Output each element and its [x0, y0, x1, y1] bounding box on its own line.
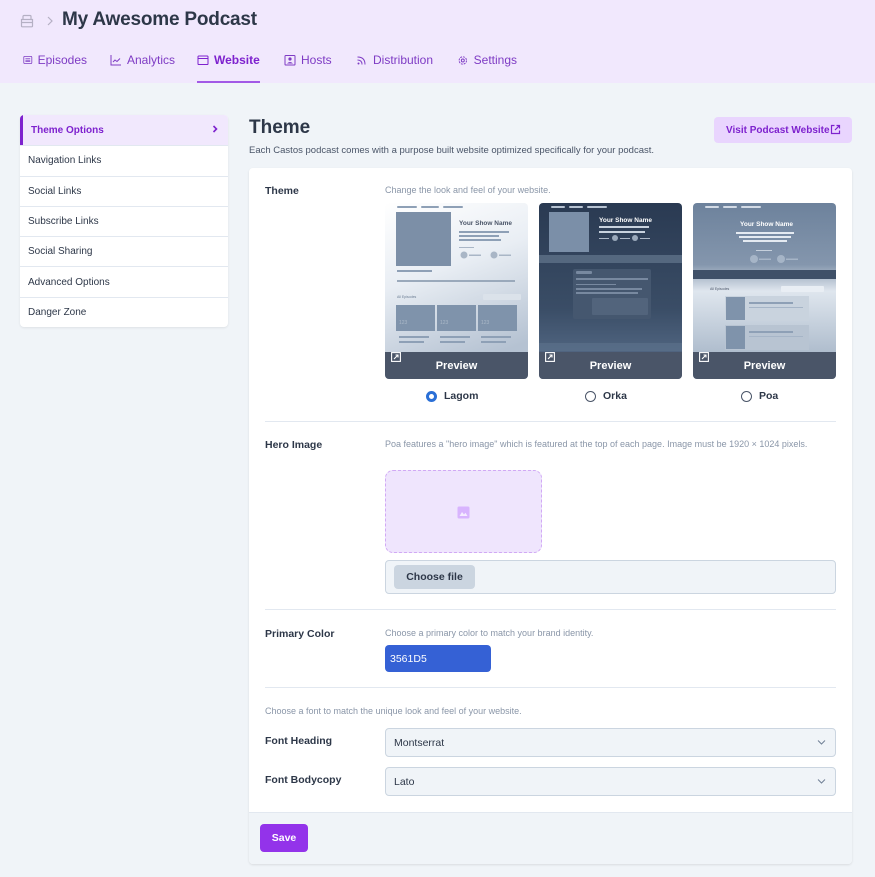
sidebar-item-social-sharing[interactable]: Social Sharing [20, 236, 228, 266]
tab-analytics-label: Analytics [127, 53, 176, 67]
tab-hosts-label: Hosts [301, 53, 332, 67]
font-help: Choose a font to match the unique look a… [265, 706, 522, 716]
tab-website-label: Website [214, 53, 260, 67]
preview-label: Preview [589, 359, 632, 372]
sidebar-item-label: Advanced Options [28, 276, 110, 288]
theme-thumbnail-lagom[interactable]: Your Show Name All Episodes 123 123 123 … [385, 203, 528, 379]
theme-option-label: Poa [759, 390, 779, 402]
image-icon [457, 506, 470, 519]
sidebar-item-danger-zone[interactable]: Danger Zone [20, 296, 228, 327]
font-heading-label: Font Heading [265, 735, 333, 747]
breadcrumb [20, 10, 56, 32]
hero-image-dropzone[interactable] [385, 470, 542, 553]
home-icon[interactable] [20, 14, 34, 28]
podcast-title: My Awesome Podcast [62, 9, 257, 30]
divider [265, 609, 836, 610]
preview-label: Preview [435, 359, 478, 372]
sidebar-item-label: Social Links [28, 185, 82, 197]
gear-icon [458, 56, 467, 65]
theme-settings-card: Theme Change the look and feel of your w… [249, 168, 852, 864]
sidebar-item-label: Social Sharing [28, 246, 93, 258]
thumb-episode-number: 123 [440, 320, 449, 326]
chevron-down-icon [817, 779, 826, 784]
external-link-icon [391, 352, 401, 362]
save-button[interactable]: Save [260, 824, 308, 852]
external-link-icon [699, 352, 709, 362]
sidebar-item-theme-options[interactable]: Theme Options [20, 115, 228, 146]
thumb-show-name: Your Show Name [459, 220, 512, 227]
preview-label: Preview [743, 359, 786, 372]
theme-option-label: Orka [603, 390, 627, 402]
radio-unchecked[interactable] [741, 390, 752, 402]
divider [265, 687, 836, 688]
tab-distribution-label: Distribution [373, 53, 434, 67]
theme-thumbnail-poa[interactable]: Your Show Name All Episodes Preview [693, 203, 836, 379]
divider [265, 421, 836, 422]
sidebar-item-subscribe-links[interactable]: Subscribe Links [20, 205, 228, 236]
primary-color-help: Choose a primary color to match your bra… [385, 628, 594, 638]
hero-image-label: Hero Image [265, 439, 323, 451]
browser-window-icon [197, 55, 209, 65]
font-bodycopy-value: Lato [394, 775, 415, 788]
thumb-show-name: Your Show Name [599, 217, 652, 224]
sidebar-item-advanced-options[interactable]: Advanced Options [20, 266, 228, 296]
tab-analytics[interactable]: Analytics [110, 50, 178, 83]
chevron-right-icon [212, 125, 218, 133]
theme-radio-lagom[interactable]: Lagom [426, 390, 478, 402]
external-link-icon [830, 124, 841, 135]
theme-label: Theme [265, 185, 299, 197]
font-heading-value: Montserrat [394, 736, 445, 749]
sidebar-item-navigation-links[interactable]: Navigation Links [20, 145, 228, 175]
primary-color-input[interactable]: 3561D5 [385, 645, 491, 672]
tab-website[interactable]: Website [197, 50, 260, 83]
sidebar-item-label: Danger Zone [28, 306, 87, 318]
settings-sidebar: Theme Options Navigation Links Social Li… [20, 115, 228, 328]
primary-color-label: Primary Color [265, 628, 335, 640]
tab-distribution[interactable]: Distribution [356, 50, 434, 83]
rss-icon [357, 56, 366, 65]
thumb-all-episodes: All Episodes [710, 287, 730, 291]
thumb-show-name: Your Show Name [740, 221, 793, 228]
app-header: My Awesome Podcast Episodes Analytics We… [0, 0, 875, 83]
tab-episodes[interactable]: Episodes [23, 50, 87, 83]
visit-podcast-website-button[interactable]: Visit Podcast Website [714, 117, 852, 143]
choose-file-button[interactable]: Choose file [394, 565, 475, 589]
tab-episodes-label: Episodes [37, 53, 87, 67]
page-subtitle: Each Castos podcast comes with a purpose… [249, 145, 655, 156]
theme-help: Change the look and feel of your website… [385, 185, 551, 195]
tab-settings[interactable]: Settings [457, 50, 517, 83]
sidebar-item-label: Subscribe Links [28, 216, 99, 228]
theme-radio-poa[interactable]: Poa [741, 390, 778, 402]
font-bodycopy-select[interactable]: Lato [385, 767, 836, 796]
thumb-all-episodes: All Episodes [397, 295, 417, 299]
chart-line-icon [110, 55, 121, 66]
tab-hosts[interactable]: Hosts [284, 50, 332, 83]
external-link-icon [545, 352, 555, 362]
radio-unchecked[interactable] [585, 390, 596, 402]
font-bodycopy-label: Font Bodycopy [265, 774, 342, 786]
hero-image-help: Poa features a "hero image" which is fea… [385, 439, 808, 449]
user-card-icon [284, 55, 296, 66]
thumb-episode-number: 123 [481, 320, 490, 326]
preview-button-lagom[interactable]: Preview [385, 352, 528, 379]
page-title: Theme [249, 117, 311, 138]
preview-button-poa[interactable]: Preview [693, 352, 836, 379]
thumb-episode-number: 123 [399, 320, 408, 326]
sidebar-item-social-links[interactable]: Social Links [20, 175, 228, 206]
visit-button-label: Visit Podcast Website [726, 124, 830, 136]
sidebar-item-label: Theme Options [31, 124, 104, 136]
tab-settings-label: Settings [473, 53, 517, 67]
theme-radio-orka[interactable]: Orka [585, 390, 627, 402]
chevron-right-icon [47, 16, 53, 26]
hero-image-file-input[interactable]: Choose file [385, 560, 836, 594]
card-footer: Save [249, 812, 852, 864]
radio-checked[interactable] [426, 390, 437, 402]
font-heading-select[interactable]: Montserrat [385, 728, 836, 757]
theme-option-label: Lagom [444, 390, 479, 402]
sidebar-item-label: Navigation Links [28, 155, 102, 167]
chevron-down-icon [817, 740, 826, 745]
preview-button-orka[interactable]: Preview [539, 352, 682, 379]
theme-thumbnail-orka[interactable]: Your Show Name Preview [539, 203, 682, 379]
list-icon [23, 55, 33, 65]
